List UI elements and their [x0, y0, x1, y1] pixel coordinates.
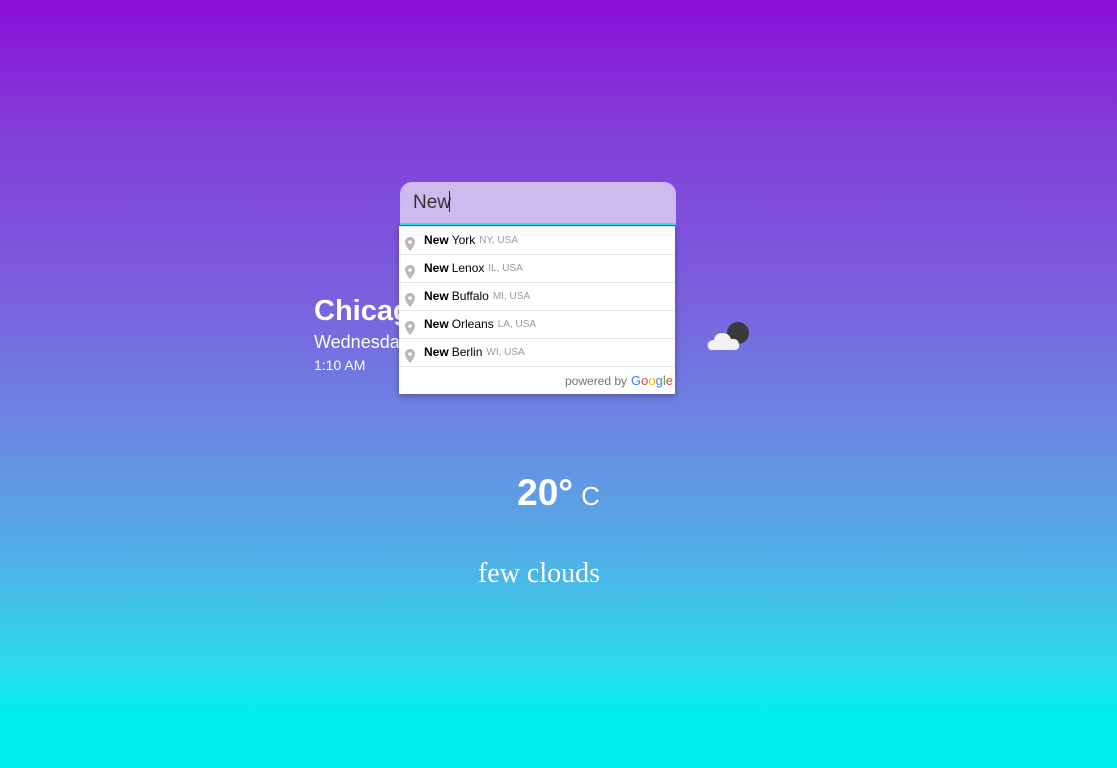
search-field[interactable] — [400, 182, 676, 225]
powered-by-google: powered by Google — [399, 367, 675, 394]
suggestion-name: Lenox — [451, 261, 485, 275]
suggestion-match: New — [424, 233, 449, 247]
suggestion-item[interactable]: New Buffalo MI, USA — [399, 283, 675, 311]
suggestion-name: Buffalo — [451, 289, 489, 303]
temperature-value: 20° — [517, 472, 574, 513]
suggestion-region: NY, USA — [479, 235, 518, 246]
autocomplete-dropdown: New York NY, USA New Lenox IL, USA New Buffalo M… — [399, 226, 675, 394]
temperature: 20° C — [0, 472, 1117, 514]
weather-description: few clouds — [477, 558, 601, 589]
map-pin-icon — [405, 262, 415, 279]
suggestion-match: New — [424, 289, 449, 303]
google-logo: Google — [631, 373, 673, 388]
search-input[interactable] — [400, 182, 676, 223]
suggestion-item[interactable]: New Berlin WI, USA — [399, 339, 675, 367]
suggestion-region: IL, USA — [488, 263, 523, 274]
text-caret — [449, 191, 450, 212]
map-pin-icon — [405, 318, 415, 335]
map-pin-icon — [405, 346, 415, 363]
suggestion-item[interactable]: New Lenox IL, USA — [399, 255, 675, 283]
suggestion-name: Berlin — [451, 345, 483, 359]
suggestion-match: New — [424, 261, 449, 275]
suggestion-region: WI, USA — [486, 347, 525, 358]
suggestion-region: LA, USA — [497, 319, 537, 330]
suggestion-item[interactable]: New York NY, USA — [399, 227, 675, 255]
temperature-unit: C — [581, 481, 600, 511]
powered-by-label: powered by — [565, 373, 628, 388]
map-pin-icon — [405, 290, 415, 307]
suggestion-name: Orleans — [451, 317, 494, 331]
suggestion-region: MI, USA — [492, 291, 531, 302]
suggestion-item[interactable]: New Orleans LA, USA — [399, 311, 675, 339]
suggestion-match: New — [424, 345, 449, 359]
suggestion-name: York — [451, 233, 476, 247]
suggestion-match: New — [424, 317, 449, 331]
cloud-moon-icon — [705, 320, 753, 354]
map-pin-icon — [405, 234, 415, 251]
